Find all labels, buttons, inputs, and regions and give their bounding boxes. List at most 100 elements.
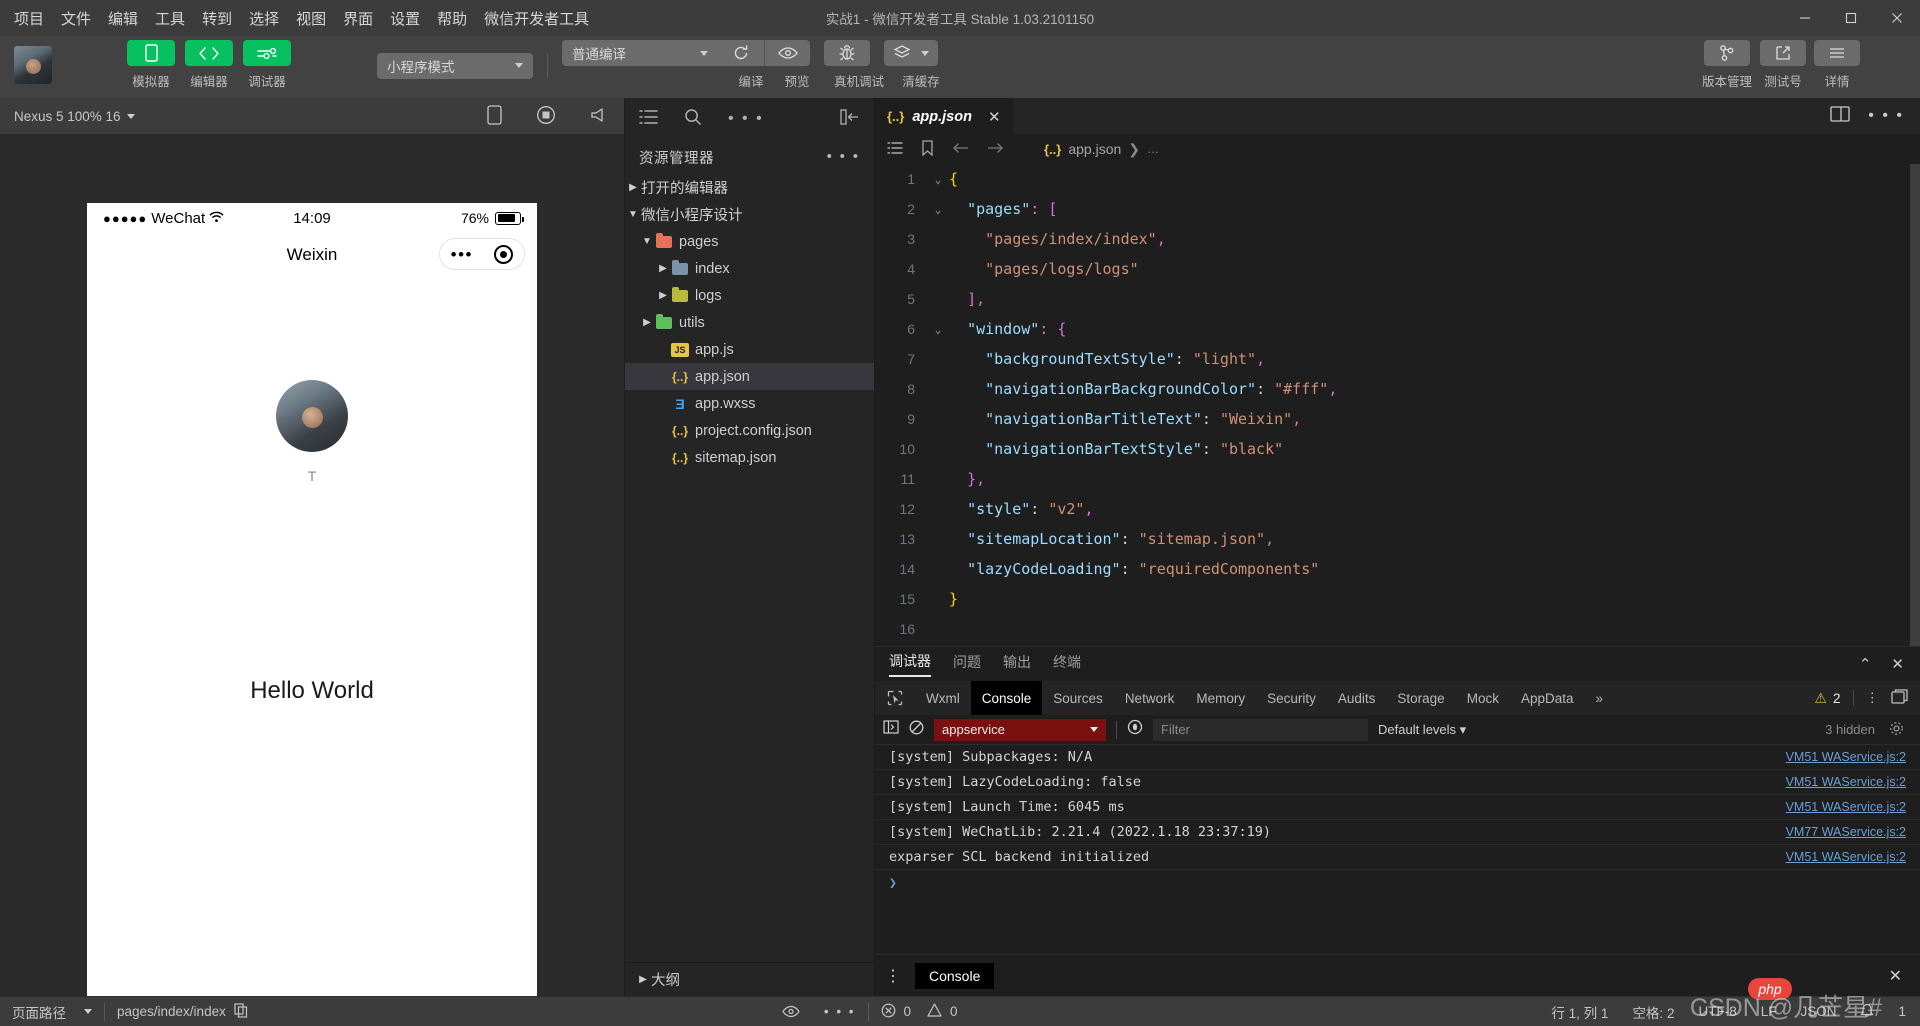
sliders-icon[interactable] bbox=[243, 40, 291, 66]
forward-icon[interactable] bbox=[987, 141, 1004, 157]
devtools-tab-audits[interactable]: Audits bbox=[1327, 681, 1387, 715]
device-select[interactable]: Nexus 5 100% 16 bbox=[14, 109, 121, 124]
bookmark-icon[interactable] bbox=[921, 140, 934, 159]
close-icon[interactable] bbox=[1874, 0, 1920, 36]
compile-select[interactable]: 普通编译 bbox=[562, 40, 718, 66]
devtools-more-icon[interactable]: ⋮ bbox=[1866, 690, 1880, 706]
outline-toggle-icon[interactable] bbox=[887, 141, 903, 158]
real-device-debug-button[interactable] bbox=[824, 40, 870, 66]
explorer-more-icon[interactable]: • • • bbox=[728, 110, 764, 128]
line-ending[interactable]: LF bbox=[1761, 1004, 1777, 1019]
panel-tab-output[interactable]: 输出 bbox=[1003, 652, 1031, 676]
drawer-more-icon[interactable]: ⋮ bbox=[885, 966, 901, 986]
menu-item-settings[interactable]: 设置 bbox=[390, 8, 420, 29]
branch-icon[interactable] bbox=[1704, 40, 1750, 66]
devtools-tab-memory[interactable]: Memory bbox=[1185, 681, 1256, 715]
breadcrumb-more[interactable]: … bbox=[1147, 142, 1159, 156]
toggle-debugger[interactable]: 调试器 bbox=[243, 40, 291, 90]
devtools-tabs-overflow[interactable]: » bbox=[1585, 681, 1615, 715]
clear-cache-button[interactable] bbox=[884, 40, 938, 66]
tree-item-pages[interactable]: ▼ pages bbox=[625, 228, 874, 255]
devtools-tab-mock[interactable]: Mock bbox=[1456, 681, 1510, 715]
search-icon[interactable] bbox=[684, 108, 702, 131]
tree-item-app-js[interactable]: JS app.js bbox=[625, 336, 874, 363]
preview-eye-icon[interactable] bbox=[770, 997, 812, 1026]
tree-item-utils[interactable]: ▶ utils bbox=[625, 309, 874, 336]
devtools-tab-security[interactable]: Security bbox=[1256, 681, 1327, 715]
breadcrumb[interactable]: {..} app.json ❯ … bbox=[1044, 141, 1159, 158]
console-levels-select[interactable]: Default levels ▾ bbox=[1378, 722, 1466, 738]
mode-select[interactable]: 小程序模式 bbox=[377, 53, 533, 79]
capsule-button[interactable]: ••• bbox=[439, 238, 525, 270]
minimize-icon[interactable] bbox=[1782, 0, 1828, 36]
tree-item-app-wxss[interactable]: Ǝ app.wxss bbox=[625, 390, 874, 417]
copy-icon[interactable] bbox=[234, 1003, 248, 1021]
panel-tab-debugger[interactable]: 调试器 bbox=[889, 651, 931, 677]
fold-toggle-icon[interactable]: ⌄ bbox=[927, 203, 949, 216]
menu-item-help[interactable]: 帮助 bbox=[437, 8, 467, 29]
console-eye-icon[interactable] bbox=[1127, 719, 1143, 740]
panel-tab-problems[interactable]: 问题 bbox=[953, 652, 981, 676]
status-more-icon[interactable]: • • • bbox=[812, 997, 868, 1026]
tree-item-logs[interactable]: ▶ logs bbox=[625, 282, 874, 309]
version-control-button[interactable]: 版本管理 bbox=[1702, 40, 1752, 90]
maximize-icon[interactable] bbox=[1828, 0, 1874, 36]
clear-console-icon[interactable] bbox=[909, 720, 924, 740]
fold-toggle-icon[interactable]: ⌄ bbox=[927, 323, 949, 336]
device-rotate-icon[interactable] bbox=[487, 105, 502, 128]
notification-bell-icon[interactable] bbox=[1860, 1003, 1874, 1021]
console-filter-input[interactable]: Filter bbox=[1153, 719, 1368, 741]
compile-button[interactable] bbox=[718, 40, 764, 66]
panel-tab-terminal[interactable]: 终端 bbox=[1053, 652, 1081, 676]
tree-item-sitemap-json[interactable]: {..} sitemap.json bbox=[625, 444, 874, 471]
avatar[interactable] bbox=[14, 46, 52, 84]
tree-section-open-editors[interactable]: ▶ 打开的编辑器 bbox=[625, 174, 874, 201]
menu-item-file[interactable]: 文件 bbox=[61, 8, 91, 29]
devtools-tab-storage[interactable]: Storage bbox=[1386, 681, 1455, 715]
error-count-group[interactable]: 0 0 bbox=[869, 997, 970, 1026]
record-icon[interactable] bbox=[536, 105, 556, 128]
drawer-tab-console[interactable]: Console bbox=[915, 963, 994, 989]
inspect-element-icon[interactable] bbox=[875, 681, 915, 715]
phone-icon[interactable] bbox=[127, 40, 175, 66]
console-context-select[interactable]: appservice bbox=[934, 719, 1106, 741]
language-mode[interactable]: JSON bbox=[1800, 1004, 1836, 1019]
editor-tab-app-json[interactable]: {..} app.json ✕ bbox=[875, 98, 1013, 134]
menu-item-goto[interactable]: 转到 bbox=[202, 8, 232, 29]
console-prompt[interactable]: ❯ bbox=[875, 870, 1920, 896]
warning-badge[interactable]: ⚠ 2 bbox=[1814, 690, 1840, 707]
outline-section[interactable]: ▶ 大纲 bbox=[625, 962, 874, 996]
explorer-list-icon[interactable] bbox=[639, 109, 658, 130]
tree-item-project-config[interactable]: {..} project.config.json bbox=[625, 417, 874, 444]
menu-item-select[interactable]: 选择 bbox=[249, 8, 279, 29]
log-source[interactable]: VM51 WAService.js:2 bbox=[1786, 850, 1906, 864]
collapse-sidebar-icon[interactable] bbox=[840, 109, 860, 130]
sound-icon[interactable] bbox=[590, 106, 610, 127]
encoding[interactable]: UTF-8 bbox=[1698, 1004, 1736, 1019]
back-icon[interactable] bbox=[952, 141, 969, 157]
collapse-panel-icon[interactable]: ⌃ bbox=[1859, 655, 1872, 673]
devtools-tab-appdata[interactable]: AppData bbox=[1510, 681, 1585, 715]
page-path-select[interactable]: 页面路径 bbox=[0, 997, 104, 1026]
menu-item-tools[interactable]: 工具 bbox=[155, 8, 185, 29]
console-settings-icon[interactable] bbox=[1889, 721, 1904, 739]
editor-more-icon[interactable]: • • • bbox=[1868, 107, 1904, 125]
log-source[interactable]: VM51 WAService.js:2 bbox=[1786, 750, 1906, 764]
details-button[interactable]: 详情 bbox=[1814, 40, 1860, 90]
menu-item-project[interactable]: 项目 bbox=[14, 8, 44, 29]
indentation[interactable]: 空格: 2 bbox=[1632, 1002, 1674, 1022]
tree-item-app-json[interactable]: {..} app.json bbox=[625, 363, 874, 390]
menu-item-view[interactable]: 视图 bbox=[296, 8, 326, 29]
capsule-close-icon[interactable] bbox=[494, 245, 513, 264]
tree-section-project[interactable]: ▼ 微信小程序设计 bbox=[625, 201, 874, 228]
external-link-icon[interactable] bbox=[1760, 40, 1806, 66]
code-editor[interactable]: 1 ⌄ { 2 ⌄ "pages": [ 3 "pages/index/inde… bbox=[875, 164, 1920, 646]
devtools-tab-sources[interactable]: Sources bbox=[1042, 681, 1114, 715]
dock-icon[interactable] bbox=[1891, 689, 1908, 707]
log-source[interactable]: VM51 WAService.js:2 bbox=[1786, 775, 1906, 789]
split-editor-icon[interactable] bbox=[1830, 106, 1850, 127]
close-tab-icon[interactable]: ✕ bbox=[988, 108, 1001, 126]
devtools-tab-wxml[interactable]: Wxml bbox=[915, 681, 971, 715]
menu-item-devtools[interactable]: 微信开发者工具 bbox=[484, 8, 589, 29]
phone-screen[interactable]: ●●●●● WeChat 14:09 76% We bbox=[87, 203, 537, 1003]
